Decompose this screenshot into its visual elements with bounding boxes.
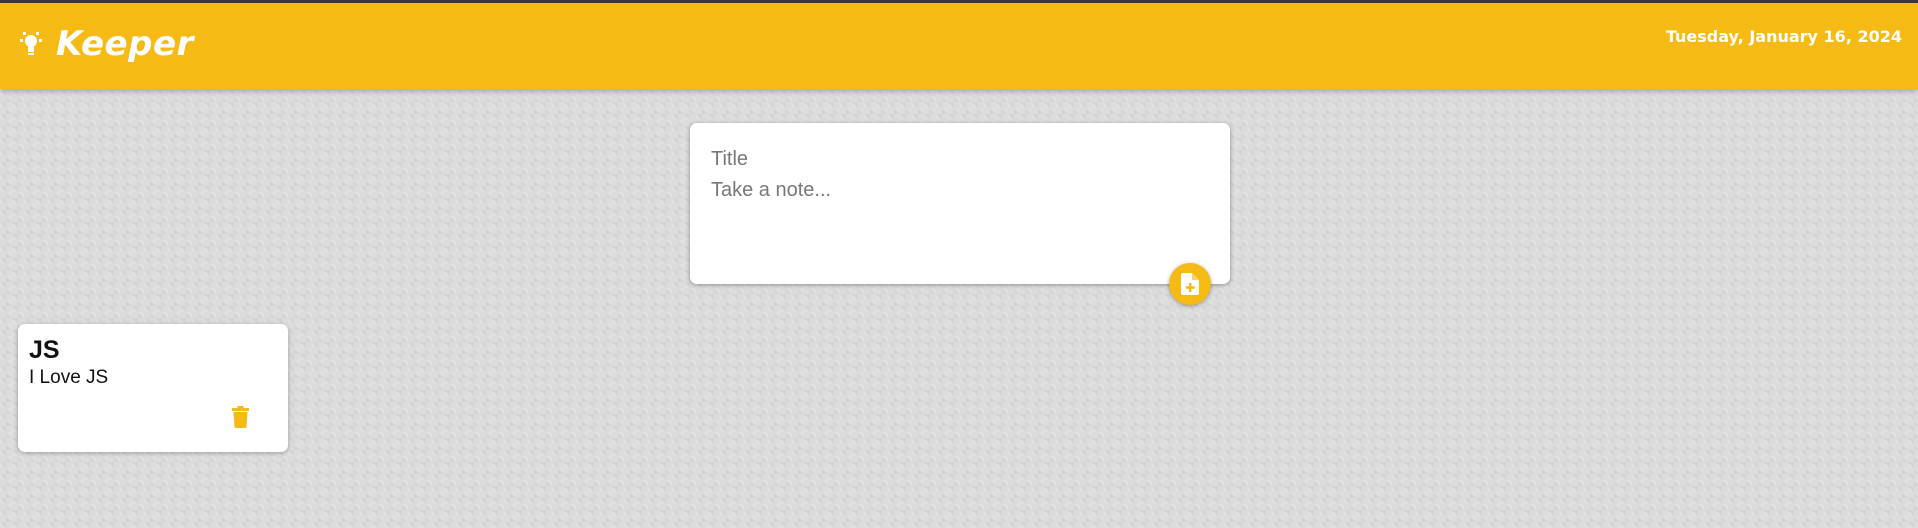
- lightbulb-icon: [20, 32, 42, 55]
- note-title: JS: [29, 336, 60, 364]
- current-date: Tuesday, January 16, 2024: [1665, 27, 1902, 46]
- app-header: Keeper Tuesday, January 16, 2024: [0, 3, 1918, 89]
- app-title: Keeper: [56, 24, 194, 64]
- trash-icon: [231, 406, 249, 428]
- note-content: I Love JS: [29, 367, 109, 388]
- delete-note-button[interactable]: [225, 402, 255, 432]
- create-note-form: [690, 123, 1230, 284]
- note-card: JS I Love JS: [18, 324, 288, 452]
- note-content-textarea[interactable]: [711, 179, 1201, 259]
- note-title-input[interactable]: [711, 145, 1201, 173]
- add-note-button[interactable]: [1169, 263, 1211, 305]
- brand: Keeper: [20, 27, 194, 61]
- note-add-icon: [1181, 273, 1199, 295]
